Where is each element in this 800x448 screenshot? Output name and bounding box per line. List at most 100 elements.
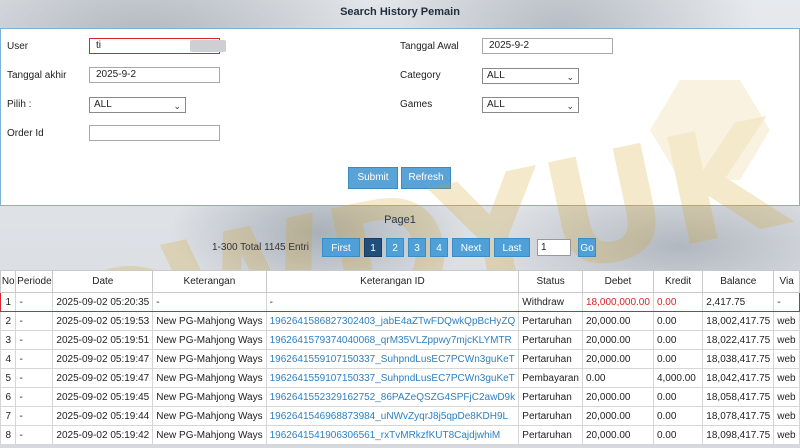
col-header-via[interactable]: Via (773, 270, 800, 293)
cell-keterangan-id[interactable]: 1962641546968873984_uNWvZyqrJ8j5qpDe8KDH… (265, 406, 520, 426)
col-header-kredit[interactable]: Kredit (652, 270, 704, 293)
table-row: 2-2025-09-02 05:19:53 New PG-Mahjong Ways… (0, 311, 800, 331)
cell-date: 2025-09-02 05:20:35 (52, 292, 154, 312)
submit-button[interactable]: Submit (348, 167, 398, 189)
table-row: 4-2025-09-02 05:19:47 New PG-Mahjong Ways… (0, 349, 800, 369)
col-header-no[interactable]: No (0, 270, 17, 293)
cell-balance: 18,038,417.75 (702, 349, 775, 369)
cell-no: 6 (0, 387, 17, 407)
search-form: User ti Tanggal akhir 2025-9-2 Pilih : A… (0, 28, 800, 206)
cell-keterangan-id[interactable]: 1962641559107150337_SuhpndLusEC7PCWn3guK… (265, 368, 520, 388)
page-button-4[interactable]: 4 (430, 238, 448, 257)
col-header-keterangan-id[interactable]: Keterangan ID (265, 270, 520, 293)
cell-balance: 18,022,417.75 (702, 330, 775, 350)
cell-debet: 20,000.00 (581, 387, 654, 407)
next-page-button[interactable]: Next (452, 238, 490, 257)
cell-status: Pembayaran (518, 368, 583, 388)
cell-no: 5 (0, 368, 17, 388)
first-page-button[interactable]: First (322, 238, 360, 257)
cell-keterangan-id[interactable]: 1962641559107150337_SuhpndLusEC7PCWn3guK… (265, 349, 520, 369)
cell-balance: 2,417.75 (702, 292, 775, 312)
category-select[interactable]: ALL ⌄ (482, 68, 579, 84)
tanggal-awal-input[interactable]: 2025-9-2 (482, 38, 613, 54)
cell-debet: 20,000.00 (581, 330, 654, 350)
cell-via: web (773, 330, 800, 350)
cell-periode: - (15, 330, 54, 350)
games-label: Games (400, 99, 433, 110)
col-header-balance[interactable]: Balance (702, 270, 775, 293)
cell-periode: - (15, 349, 54, 369)
pilih-select[interactable]: ALL ⌄ (89, 97, 186, 113)
page-button-3[interactable]: 3 (408, 238, 426, 257)
cell-keterangan-id[interactable]: 1962641579374040068_qrM35VLZppwy7mjcKLYM… (265, 330, 520, 350)
refresh-button[interactable]: Refresh (401, 167, 451, 189)
total-entries: 1-300 Total 1145 Entri (212, 242, 309, 253)
cell-keterangan: New PG-Mahjong Ways (152, 425, 267, 445)
cell-keterangan-id: - (265, 292, 520, 312)
cell-periode: - (15, 406, 54, 426)
cell-periode: - (15, 311, 54, 331)
cell-via: web (773, 406, 800, 426)
tanggal-akhir-label: Tanggal akhir (7, 70, 67, 81)
col-header-status[interactable]: Status (518, 270, 583, 293)
cell-no: 2 (0, 311, 17, 331)
pagination: Page1 1-300 Total 1145 Entri First 1 2 3… (0, 210, 800, 265)
page-jump-input[interactable]: 1 (537, 239, 571, 256)
cell-kredit: 0.00 (652, 311, 704, 331)
chevron-down-icon: ⌄ (566, 101, 574, 111)
cell-no: 1 (0, 292, 17, 312)
cell-status: Pertaruhan (518, 406, 583, 426)
cell-keterangan: New PG-Mahjong Ways (152, 368, 267, 388)
chevron-down-icon: ⌄ (566, 72, 574, 82)
cell-kredit: 0.00 (652, 292, 704, 312)
cell-kredit: 0.00 (652, 330, 704, 350)
cell-balance: 18,078,417.75 (702, 406, 775, 426)
col-header-keterangan[interactable]: Keterangan (152, 270, 267, 293)
cell-via: web (773, 425, 800, 445)
cell-kredit: 0.00 (652, 349, 704, 369)
page-button-1[interactable]: 1 (364, 238, 382, 257)
cell-no: 7 (0, 406, 17, 426)
cell-debet: 20,000.00 (581, 349, 654, 369)
col-header-debet[interactable]: Debet (581, 270, 654, 293)
table-row: 7-2025-09-02 05:19:44 New PG-Mahjong Ways… (0, 406, 800, 426)
cell-debet: 20,000.00 (581, 406, 654, 426)
last-page-button[interactable]: Last (494, 238, 530, 257)
cell-balance: 18,002,417.75 (702, 311, 775, 331)
cell-via: web (773, 368, 800, 388)
cell-keterangan-id[interactable]: 1962641586827302403_jabE4aZTwFDQwkQpBcHy… (265, 311, 520, 331)
page-button-2[interactable]: 2 (386, 238, 404, 257)
cell-periode: - (15, 387, 54, 407)
cell-keterangan: New PG-Mahjong Ways (152, 330, 267, 350)
cell-status: Pertaruhan (518, 425, 583, 445)
history-table: No Periode Date Keterangan Keterangan ID… (0, 270, 800, 445)
cell-debet: 20,000.00 (581, 311, 654, 331)
cell-status: Pertaruhan (518, 311, 583, 331)
tanggal-akhir-input[interactable]: 2025-9-2 (89, 67, 220, 83)
tanggal-awal-label: Tanggal Awal (400, 41, 459, 52)
cell-keterangan-id[interactable]: 1962641541906306561_rxTvMRkzfKUT8Cajdjwh… (265, 425, 520, 445)
table-row: 3-2025-09-02 05:19:51 New PG-Mahjong Ways… (0, 330, 800, 350)
page-title: Search History Pemain (340, 6, 460, 18)
cell-via: web (773, 387, 800, 407)
pilih-label: Pilih : (7, 99, 32, 110)
order-id-input[interactable] (89, 125, 220, 141)
cell-date: 2025-09-02 05:19:47 (52, 368, 154, 388)
games-select[interactable]: ALL ⌄ (482, 97, 579, 113)
user-input[interactable]: ti (89, 38, 226, 54)
table-row: 6-2025-09-02 05:19:45 New PG-Mahjong Ways… (0, 387, 800, 407)
cell-balance: 18,058,417.75 (702, 387, 775, 407)
cell-via: web (773, 349, 800, 369)
cell-debet: 0.00 (581, 368, 654, 388)
cell-via: - (773, 292, 800, 312)
col-header-periode[interactable]: Periode (15, 270, 54, 293)
cell-keterangan-id[interactable]: 1962641552329162752_86PAZeQSZG4SPFjC2awD… (265, 387, 520, 407)
table-row: 5-2025-09-02 05:19:47 New PG-Mahjong Ways… (0, 368, 800, 388)
cell-date: 2025-09-02 05:19:44 (52, 406, 154, 426)
cell-kredit: 0.00 (652, 387, 704, 407)
cell-keterangan: - (152, 292, 267, 312)
col-header-date[interactable]: Date (52, 270, 154, 293)
go-button[interactable]: Go (578, 238, 596, 257)
cell-periode: - (15, 292, 54, 312)
cell-debet: 20,000.00 (581, 425, 654, 445)
